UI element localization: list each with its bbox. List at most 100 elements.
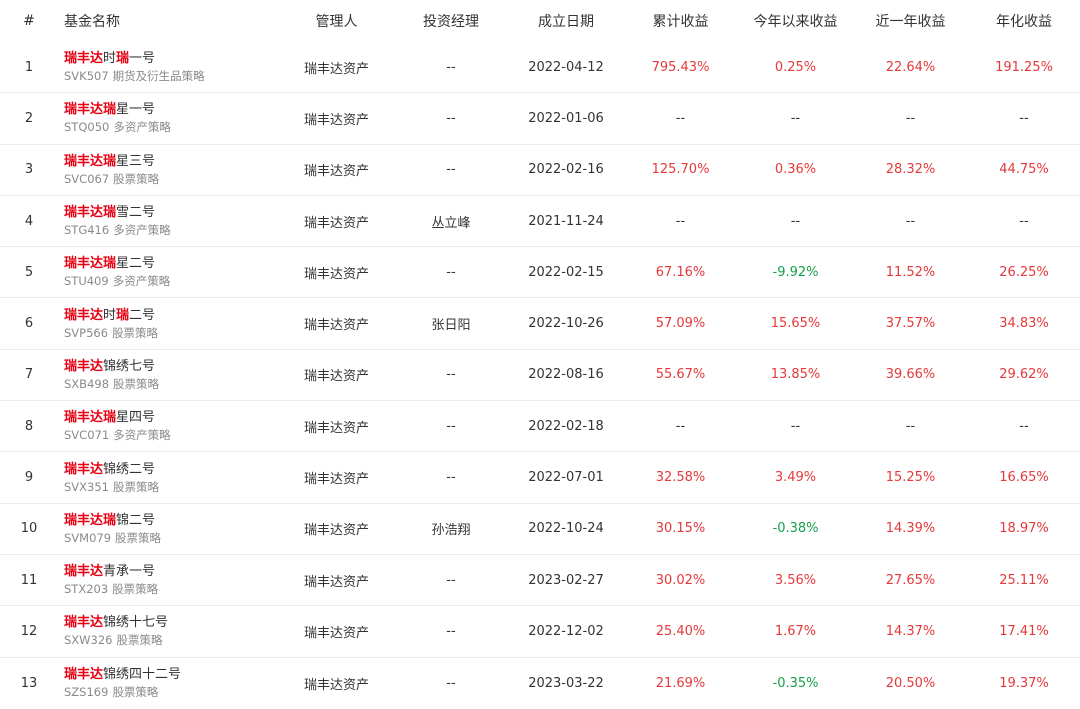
table-row[interactable]: 3 瑞丰达瑞星三号 SVC067 股票策略 瑞丰达资产 -- 2022-02-16 125.7… bbox=[0, 145, 1080, 196]
portfolio-manager: -- bbox=[446, 110, 456, 126]
one-year-return: 11.52% bbox=[885, 264, 936, 280]
table-row[interactable]: 5 瑞丰达瑞星二号 STU409 多资产策略 瑞丰达资产 -- 2022-02-15 67.1… bbox=[0, 247, 1080, 299]
inception-date: 2022-10-26 bbox=[528, 316, 604, 332]
fund-name-highlight: 瑞 bbox=[116, 51, 130, 67]
fund-name-cell[interactable]: 瑞丰达瑞星三号 SVC067 股票策略 bbox=[58, 153, 280, 187]
fund-name-cell[interactable]: 瑞丰达瑞星一号 STQ050 多资产策略 bbox=[58, 101, 280, 135]
manager-name: 瑞丰达资产 bbox=[303, 523, 369, 539]
table-row[interactable]: 11 瑞丰达青承一号 STX203 股票策略 瑞丰达资产 -- 2023-02-27 30.0… bbox=[0, 555, 1080, 607]
ytd-return: 0.25% bbox=[774, 59, 817, 75]
portfolio-manager: -- bbox=[446, 418, 456, 434]
fund-name-highlight: 瑞丰达瑞 bbox=[64, 256, 117, 272]
fund-name-link[interactable]: 瑞丰达瑞雪二号 bbox=[64, 204, 280, 222]
row-index: 4 bbox=[24, 213, 34, 229]
table-row[interactable]: 6 瑞丰达时瑞二号 SVP566 股票策略 瑞丰达资产 张日阳 2022-10-26 57.0… bbox=[0, 298, 1080, 350]
fund-name-link[interactable]: 瑞丰达锦绣十七号 bbox=[64, 614, 280, 632]
manager-name: 瑞丰达资产 bbox=[303, 369, 369, 385]
table-row[interactable]: 4 瑞丰达瑞雪二号 STG416 多资产策略 瑞丰达资产 丛立峰 2021-11-24 -- -… bbox=[0, 196, 1080, 248]
fund-name-cell[interactable]: 瑞丰达时瑞二号 SVP566 股票策略 bbox=[58, 307, 280, 341]
fund-name-text: 时 bbox=[103, 307, 117, 323]
fund-name-link[interactable]: 瑞丰达青承一号 bbox=[64, 563, 280, 581]
fund-name-link[interactable]: 瑞丰达瑞星四号 bbox=[64, 409, 280, 427]
ytd-return: -0.35% bbox=[772, 675, 819, 691]
fund-name-cell[interactable]: 瑞丰达锦绣四十二号 SZS169 股票策略 bbox=[58, 666, 280, 700]
fund-code: SXW326 bbox=[64, 633, 113, 648]
inception-date: 2022-08-16 bbox=[528, 367, 604, 383]
fund-name-link[interactable]: 瑞丰达时瑞二号 bbox=[64, 307, 280, 325]
portfolio-manager: -- bbox=[446, 59, 456, 75]
manager-name: 瑞丰达资产 bbox=[303, 472, 369, 488]
cumulative-return: 30.15% bbox=[655, 521, 706, 537]
table-row[interactable]: 7 瑞丰达锦绣七号 SXB498 股票策略 瑞丰达资产 -- 2022-08-16 55.67… bbox=[0, 350, 1080, 402]
table-row[interactable]: 2 瑞丰达瑞星一号 STQ050 多资产策略 瑞丰达资产 -- 2022-01-06 -- --… bbox=[0, 93, 1080, 145]
fund-strategy: 股票策略 bbox=[113, 376, 160, 391]
fund-name-link[interactable]: 瑞丰达瑞星三号 bbox=[64, 153, 280, 171]
table-row[interactable]: 10 瑞丰达瑞锦二号 SVM079 股票策略 瑞丰达资产 孙浩翔 2022-10-24 30.… bbox=[0, 504, 1080, 555]
fund-name-cell[interactable]: 瑞丰达锦绣十七号 SXW326 股票策略 bbox=[58, 614, 280, 648]
header-ytd-return[interactable]: 今年以来收益 bbox=[738, 11, 853, 31]
header-fund-name[interactable]: 基金名称 bbox=[58, 11, 280, 31]
fund-name-cell[interactable]: 瑞丰达瑞锦二号 SVM079 股票策略 bbox=[58, 512, 280, 546]
fund-name-highlight: 瑞丰达 bbox=[64, 307, 104, 323]
annualized-return: 26.25% bbox=[999, 264, 1049, 280]
cumulative-return: 795.43% bbox=[651, 59, 710, 75]
fund-name-highlight: 瑞丰达 bbox=[64, 358, 104, 374]
fund-name-highlight: 瑞丰达瑞 bbox=[64, 512, 117, 528]
ytd-return: -- bbox=[790, 213, 801, 229]
one-year-return: 20.50% bbox=[885, 675, 936, 691]
table-row[interactable]: 12 瑞丰达锦绣十七号 SXW326 股票策略 瑞丰达资产 -- 2022-12-02 25.… bbox=[0, 606, 1080, 658]
inception-date: 2021-11-24 bbox=[528, 213, 604, 229]
fund-name-link[interactable]: 瑞丰达锦绣二号 bbox=[64, 461, 280, 479]
fund-code: SVX351 bbox=[64, 479, 109, 494]
fund-name-link[interactable]: 瑞丰达瑞星二号 bbox=[64, 255, 280, 273]
fund-name-cell[interactable]: 瑞丰达瑞星四号 SVC071 多资产策略 bbox=[58, 409, 280, 443]
fund-name-cell[interactable]: 瑞丰达时瑞一号 SVK507 期货及衍生品策略 bbox=[58, 50, 280, 84]
fund-meta: STG416 多资产策略 bbox=[64, 222, 280, 238]
one-year-return: 28.32% bbox=[885, 162, 936, 178]
fund-meta: SVC071 多资产策略 bbox=[64, 427, 280, 443]
table-row[interactable]: 9 瑞丰达锦绣二号 SVX351 股票策略 瑞丰达资产 -- 2022-07-01 32.58… bbox=[0, 452, 1080, 504]
portfolio-manager: 丛立峰 bbox=[431, 215, 471, 231]
fund-name-text: 星三号 bbox=[116, 153, 156, 169]
fund-code: STG416 bbox=[64, 223, 110, 238]
fund-name-link[interactable]: 瑞丰达瑞星一号 bbox=[64, 101, 280, 119]
fund-name-cell[interactable]: 瑞丰达锦绣七号 SXB498 股票策略 bbox=[58, 358, 280, 392]
fund-code: STQ050 bbox=[64, 120, 110, 135]
fund-name-highlight: 瑞丰达瑞 bbox=[64, 205, 117, 221]
fund-name-highlight: 瑞丰达瑞 bbox=[64, 410, 117, 426]
cumulative-return: 67.16% bbox=[655, 264, 706, 280]
header-manager[interactable]: 管理人 bbox=[280, 11, 393, 31]
header-cumulative-return[interactable]: 累计收益 bbox=[623, 11, 738, 31]
fund-name-link[interactable]: 瑞丰达锦绣七号 bbox=[64, 358, 280, 376]
cumulative-return: 57.09% bbox=[655, 316, 706, 332]
annualized-return: 16.65% bbox=[999, 470, 1049, 486]
one-year-return: -- bbox=[905, 110, 916, 126]
one-year-return: 14.37% bbox=[885, 623, 936, 639]
header-portfolio-manager[interactable]: 投资经理 bbox=[393, 11, 509, 31]
one-year-return: 14.39% bbox=[885, 521, 936, 537]
fund-meta: SXB498 股票策略 bbox=[64, 376, 280, 392]
fund-name-cell[interactable]: 瑞丰达瑞星二号 STU409 多资产策略 bbox=[58, 255, 280, 289]
manager-name: 瑞丰达资产 bbox=[303, 266, 369, 282]
header-one-year-return[interactable]: 近一年收益 bbox=[853, 11, 968, 31]
fund-name-cell[interactable]: 瑞丰达瑞雪二号 STG416 多资产策略 bbox=[58, 204, 280, 238]
row-index: 5 bbox=[24, 264, 34, 280]
one-year-return: 22.64% bbox=[885, 59, 936, 75]
table-row[interactable]: 8 瑞丰达瑞星四号 SVC071 多资产策略 瑞丰达资产 -- 2022-02-18 -- --… bbox=[0, 401, 1080, 453]
header-annualized-return[interactable]: 年化收益 bbox=[968, 11, 1080, 31]
fund-name-cell[interactable]: 瑞丰达锦绣二号 SVX351 股票策略 bbox=[58, 461, 280, 495]
fund-strategy: 股票策略 bbox=[115, 530, 162, 545]
inception-date: 2022-07-01 bbox=[528, 470, 604, 486]
table-row[interactable]: 1 瑞丰达时瑞一号 SVK507 期货及衍生品策略 瑞丰达资产 -- 2022-04-12 7… bbox=[0, 42, 1080, 94]
inception-date: 2022-04-12 bbox=[528, 59, 604, 75]
fund-name-cell[interactable]: 瑞丰达青承一号 STX203 股票策略 bbox=[58, 563, 280, 597]
fund-name-text: 二号 bbox=[129, 307, 156, 323]
cumulative-return: -- bbox=[675, 418, 686, 434]
header-inception-date[interactable]: 成立日期 bbox=[509, 11, 623, 31]
fund-name-link[interactable]: 瑞丰达锦绣四十二号 bbox=[64, 666, 280, 684]
manager-name: 瑞丰达资产 bbox=[303, 164, 369, 180]
one-year-return: 37.57% bbox=[885, 316, 936, 332]
fund-name-link[interactable]: 瑞丰达瑞锦二号 bbox=[64, 512, 280, 530]
table-row[interactable]: 13 瑞丰达锦绣四十二号 SZS169 股票策略 瑞丰达资产 -- 2023-03-22 21… bbox=[0, 658, 1080, 709]
fund-name-link[interactable]: 瑞丰达时瑞一号 bbox=[64, 50, 280, 68]
